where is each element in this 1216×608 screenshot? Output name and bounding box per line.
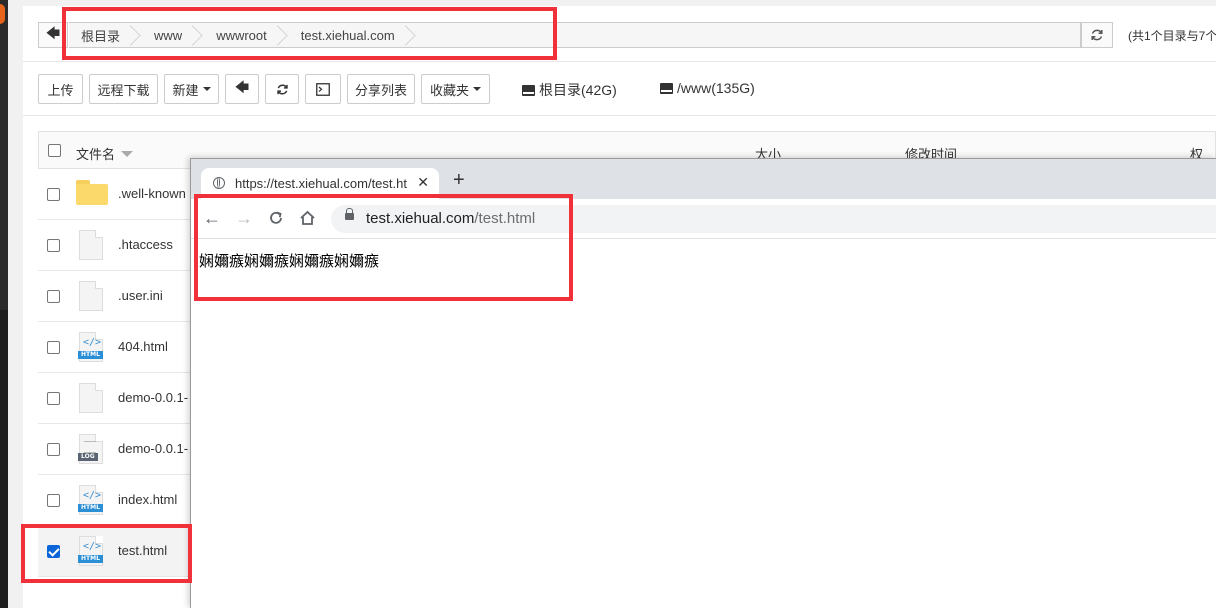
refresh-button[interactable] <box>265 74 299 104</box>
browser-nav-bar: ← → test.xiehual.com/test.html <box>191 199 1216 239</box>
file-name[interactable]: demo-0.0.1- <box>118 441 188 456</box>
disk-root-button[interactable]: 根目录(42G) <box>522 80 617 100</box>
disk-www-label: /www(135G) <box>677 80 755 96</box>
lock-icon[interactable] <box>345 208 354 220</box>
caret-down-icon <box>473 87 481 91</box>
file-icon <box>79 281 105 311</box>
browser-tab[interactable]: https://test.xiehual.com/test.html ✕ <box>201 168 439 199</box>
path-refresh-button[interactable] <box>1081 22 1113 48</box>
orange-notch <box>0 4 5 24</box>
share-list-button[interactable]: 分享列表 <box>347 74 415 104</box>
new-dropdown-button[interactable]: 新建 <box>164 74 219 104</box>
browser-tab-title: https://test.xiehual.com/test.html <box>235 176 407 191</box>
browser-tab-strip: https://test.xiehual.com/test.html ✕ + <box>191 159 1216 199</box>
folder-icon <box>76 180 108 205</box>
remote-download-button[interactable]: 远程下载 <box>89 74 158 104</box>
row-checkbox[interactable] <box>47 392 60 405</box>
left-edge-strip <box>0 0 8 608</box>
row-checkbox[interactable] <box>47 341 60 354</box>
breadcrumb-item-www[interactable]: www <box>142 23 204 47</box>
dark-panel-edge <box>0 310 8 608</box>
refresh-icon <box>276 84 288 94</box>
row-checkbox[interactable] <box>47 188 60 201</box>
directory-summary: (共1个目录与7个文件 <box>1128 29 1216 43</box>
url-path: /test.html <box>474 210 536 227</box>
favorites-dropdown-button[interactable]: 收藏夹 <box>421 74 490 104</box>
file-icon <box>79 383 105 413</box>
terminal-button[interactable] <box>305 74 341 104</box>
log-file-icon: LOG <box>78 434 105 464</box>
arrow-left-icon: 🡄 <box>234 79 250 95</box>
file-name[interactable]: .well-known <box>118 186 186 201</box>
page-content-text: 娴嬭瘯娴嬭瘯娴嬭瘯娴嬭瘯 <box>199 252 380 270</box>
file-name[interactable]: demo-0.0.1- <box>118 390 188 405</box>
arrow-back-icon[interactable]: ← <box>203 207 221 229</box>
favorites-label: 收藏夹 <box>429 82 469 98</box>
breadcrumb-item-site[interactable]: test.xiehual.com <box>289 23 417 47</box>
url-host: test.xiehual.com <box>366 210 475 227</box>
html-file-icon: </> HTML <box>78 536 105 566</box>
close-icon[interactable]: ✕ <box>417 174 429 191</box>
row-checkbox[interactable] <box>47 290 60 303</box>
arrow-left-icon: 🡄 <box>45 25 61 41</box>
arrow-forward-icon[interactable]: → <box>235 207 253 229</box>
upload-button[interactable]: 上传 <box>38 74 83 104</box>
breadcrumb-item-root[interactable]: 根目录 <box>69 23 142 47</box>
file-name[interactable]: test.html <box>118 543 167 558</box>
select-all-checkbox[interactable] <box>48 144 61 157</box>
html-file-icon: </> HTML <box>78 485 105 515</box>
row-checkbox[interactable] <box>47 545 60 558</box>
file-name[interactable]: .htaccess <box>118 237 173 252</box>
home-icon[interactable] <box>299 210 316 226</box>
path-back-button[interactable]: 🡄 <box>38 22 68 48</box>
row-checkbox[interactable] <box>47 239 60 252</box>
html-file-icon: </> HTML <box>78 332 105 362</box>
column-header-name[interactable]: 文件名 <box>76 144 134 163</box>
divider <box>23 61 1216 62</box>
globe-icon <box>213 177 225 189</box>
hard-drive-icon <box>522 84 535 96</box>
browser-window: https://test.xiehual.com/test.html ✕ + ←… <box>190 158 1216 608</box>
hard-drive-icon <box>660 82 673 94</box>
address-bar[interactable]: test.xiehual.com/test.html <box>331 205 1216 233</box>
file-name[interactable]: index.html <box>118 492 177 507</box>
disk-www-button[interactable]: /www(135G) <box>660 80 755 96</box>
reload-icon[interactable] <box>268 210 284 226</box>
new-tab-button[interactable]: + <box>453 170 465 190</box>
new-label: 新建 <box>172 82 199 98</box>
terminal-icon <box>316 82 330 96</box>
divider <box>23 115 1216 116</box>
breadcrumb-item-wwwroot[interactable]: wwwroot <box>204 23 289 47</box>
back-button[interactable]: 🡄 <box>225 74 259 104</box>
column-header-name-label: 文件名 <box>76 147 116 162</box>
sort-caret-icon <box>121 151 134 157</box>
caret-down-icon <box>202 87 211 91</box>
breadcrumb: 根目录 www wwwroot test.xiehual.com <box>69 22 1081 48</box>
address-url[interactable]: test.xiehual.com/test.html <box>366 210 535 227</box>
path-row: 🡄 根目录 www wwwroot test.xiehual.com (共1个目… <box>38 22 1216 50</box>
file-name[interactable]: 404.html <box>118 339 168 354</box>
row-checkbox[interactable] <box>47 494 60 507</box>
file-icon <box>79 230 105 260</box>
refresh-icon <box>1091 29 1103 41</box>
disk-root-label: 根目录(42G) <box>539 82 617 98</box>
row-checkbox[interactable] <box>47 443 60 456</box>
file-name[interactable]: .user.ini <box>118 288 163 303</box>
